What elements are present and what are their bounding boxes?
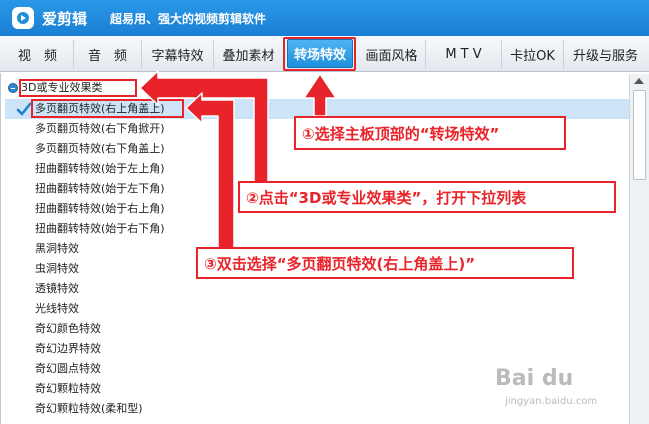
list-item[interactable]: 扭曲翻转特效(始于右下角) (35, 219, 165, 239)
item-highlight-box (31, 99, 184, 118)
scroll-up-arrow-icon[interactable] (634, 78, 644, 84)
list-item[interactable]: 奇幻颜色特效 (35, 319, 101, 339)
title-bar: 爱剪辑 超易用、强大的视频剪辑软件 (0, 0, 649, 36)
tab-highlight-box (283, 37, 356, 71)
list-item[interactable]: 奇幻颗粒特效 (35, 379, 101, 399)
tab-upgrade-service[interactable]: 升级与服务 (564, 40, 647, 68)
baidu-watermark-url: jingyan.baidu.com (505, 396, 598, 407)
app-name: 爱剪辑 (42, 10, 88, 28)
tab-subtitle-effects[interactable]: 字幕特效 (142, 40, 214, 68)
baidu-watermark: Bai du (495, 366, 574, 391)
app-logo-icon (12, 7, 34, 29)
tab-mtv[interactable]: M T V (426, 40, 502, 68)
list-item[interactable]: 奇幻圆点特效 (35, 359, 101, 379)
tab-karaoke[interactable]: 卡拉OK (502, 40, 564, 68)
list-item[interactable]: 扭曲翻转特效(始于左上角) (35, 159, 165, 179)
list-item[interactable]: 透镜特效 (35, 279, 79, 299)
callout-step1: ①选择主板顶部的“转场特效” (294, 116, 566, 150)
callout-step2: ②点击“3D或专业效果类”，打开下拉列表 (238, 181, 616, 213)
collapse-icon[interactable] (8, 83, 18, 93)
list-item[interactable]: 光线特效 (35, 299, 79, 319)
category-highlight-box (19, 79, 137, 97)
list-item[interactable]: 虫洞特效 (35, 259, 79, 279)
vertical-scrollbar[interactable] (629, 74, 649, 424)
tab-video[interactable]: 视 频 (2, 40, 74, 68)
list-item[interactable]: 黑洞特效 (35, 239, 79, 259)
app-slogan: 超易用、强大的视频剪辑软件 (110, 12, 267, 26)
list-item[interactable]: 扭曲翻转特效(始于右上角) (35, 199, 165, 219)
callout-step3: ③双击选择“多页翻页特效(右上角盖上)” (196, 247, 574, 279)
tab-audio[interactable]: 音 频 (74, 40, 142, 68)
check-icon (16, 102, 32, 116)
list-item[interactable]: 奇幻颗粒特效(柔和型) (35, 399, 143, 419)
tab-overlay-materials[interactable]: 叠加素材 (214, 40, 284, 68)
list-item[interactable]: 多页翻页特效(右下角盖上) (35, 139, 165, 159)
scroll-thumb[interactable] (633, 90, 646, 180)
list-item[interactable]: 扭曲翻转特效(始于左下角) (35, 179, 165, 199)
tab-picture-style[interactable]: 画面风格 (358, 40, 426, 68)
list-item[interactable]: 奇幻边界特效 (35, 339, 101, 359)
list-item[interactable]: 多页翻页特效(右下角掀开) (35, 119, 165, 139)
